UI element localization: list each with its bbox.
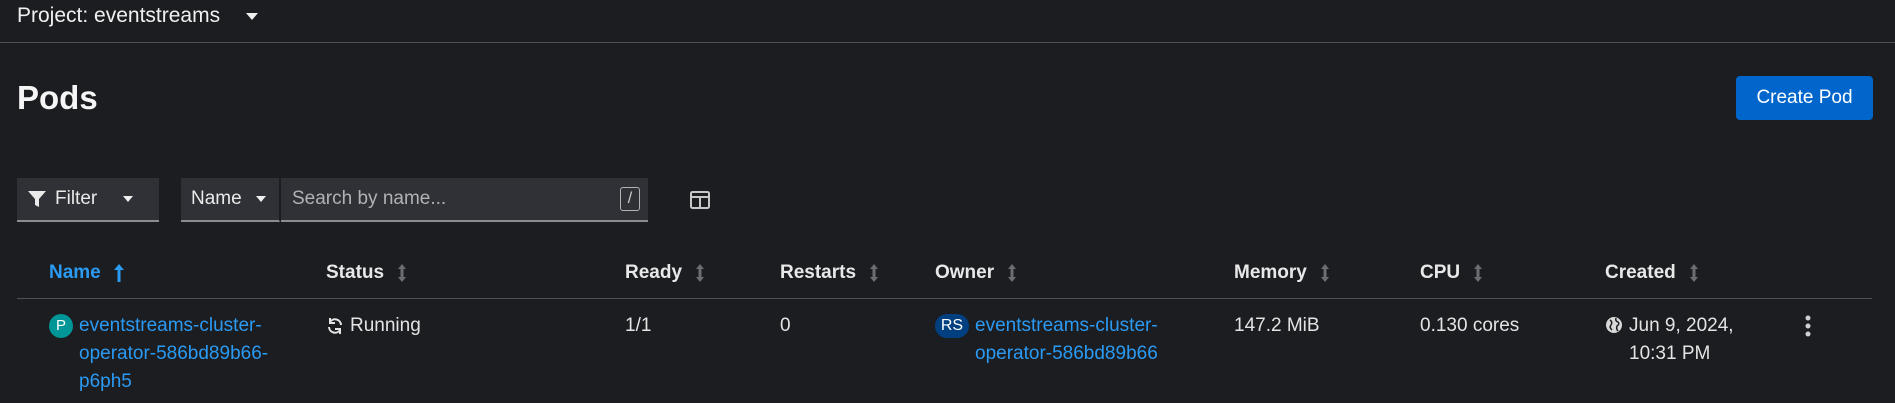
create-pod-button[interactable]: Create Pod — [1736, 76, 1873, 120]
sort-icon — [696, 264, 705, 282]
column-label: CPU — [1420, 262, 1461, 283]
column-header-cpu[interactable]: CPU — [1420, 262, 1484, 284]
ready-cell: 1/1 — [625, 315, 652, 336]
sort-icon — [870, 264, 879, 282]
replicaset-badge: RS — [935, 314, 969, 338]
search-box: / — [281, 177, 648, 222]
project-selector[interactable]: Project: eventstreams — [17, 2, 259, 30]
column-label: Ready — [625, 262, 683, 283]
page-title: Pods — [17, 79, 98, 116]
cpu-cell: 0.130 cores — [1420, 315, 1520, 336]
sort-asc-icon — [113, 264, 124, 282]
column-label: Created — [1605, 262, 1676, 283]
column-header-created[interactable]: Created — [1605, 262, 1700, 284]
attribute-label: Name — [191, 188, 242, 209]
globe-icon — [1606, 317, 1622, 333]
caret-down-icon — [255, 196, 266, 202]
attribute-select[interactable]: Name — [181, 178, 280, 222]
pod-badge: P — [49, 314, 73, 338]
status-text: Running — [350, 315, 421, 336]
columns-icon[interactable] — [689, 189, 711, 211]
table-row: P eventstreams-cluster- operator-586bd89… — [17, 300, 1872, 403]
pod-name-link[interactable]: eventstreams-cluster- operator-586bd89b6… — [79, 312, 268, 396]
column-header-memory[interactable]: Memory — [1234, 262, 1331, 284]
pod-name-cell: P eventstreams-cluster- operator-586bd89… — [49, 312, 268, 396]
column-label: Status — [326, 262, 385, 283]
owner-link[interactable]: eventstreams-cluster- operator-586bd89b6… — [975, 312, 1158, 368]
sort-icon — [1474, 264, 1483, 282]
column-header-ready[interactable]: Ready — [625, 262, 706, 284]
created-time: 10:31 PM — [1629, 343, 1711, 364]
restarts-cell: 0 — [780, 315, 791, 336]
column-header-status[interactable]: Status — [326, 262, 408, 284]
column-header-owner[interactable]: Owner — [935, 262, 1018, 284]
status-cell: Running — [326, 312, 421, 340]
created-date: Jun 9, 2024, — [1629, 315, 1734, 336]
owner-name-line: operator-586bd89b66 — [975, 343, 1158, 364]
sort-icon — [1689, 264, 1698, 282]
project-bar: Project: eventstreams — [0, 0, 1895, 43]
sort-icon — [398, 264, 407, 282]
sort-icon — [1320, 264, 1329, 282]
caret-down-icon — [246, 12, 259, 20]
column-label: Name — [49, 262, 101, 283]
filter-dropdown[interactable]: Filter — [17, 178, 159, 222]
column-header-restarts[interactable]: Restarts — [780, 262, 880, 284]
sort-icon — [1008, 264, 1017, 282]
pod-name-line: operator-586bd89b66- — [79, 343, 269, 364]
column-label: Memory — [1234, 262, 1307, 283]
caret-down-icon — [123, 196, 134, 202]
pod-name-line: eventstreams-cluster- — [79, 315, 262, 336]
table-header: Name Status Ready Restarts Owner Memory … — [17, 254, 1872, 299]
search-input[interactable] — [281, 177, 620, 221]
sync-icon — [328, 318, 342, 334]
keyboard-shortcut-hint: / — [620, 187, 640, 211]
column-header-name[interactable]: Name — [49, 262, 125, 284]
created-cell: Jun 9, 2024, 10:31 PM — [1605, 312, 1734, 368]
column-label: Restarts — [780, 262, 857, 283]
owner-name-line: eventstreams-cluster- — [975, 315, 1158, 336]
project-label: Project: eventstreams — [17, 4, 221, 27]
filter-icon — [28, 191, 46, 207]
kebab-icon[interactable] — [1802, 314, 1814, 338]
pod-name-line: p6ph5 — [79, 371, 132, 392]
owner-cell: RS eventstreams-cluster- operator-586bd8… — [935, 312, 1158, 368]
filter-label: Filter — [55, 188, 98, 209]
column-label: Owner — [935, 262, 995, 283]
memory-cell: 147.2 MiB — [1234, 315, 1320, 336]
